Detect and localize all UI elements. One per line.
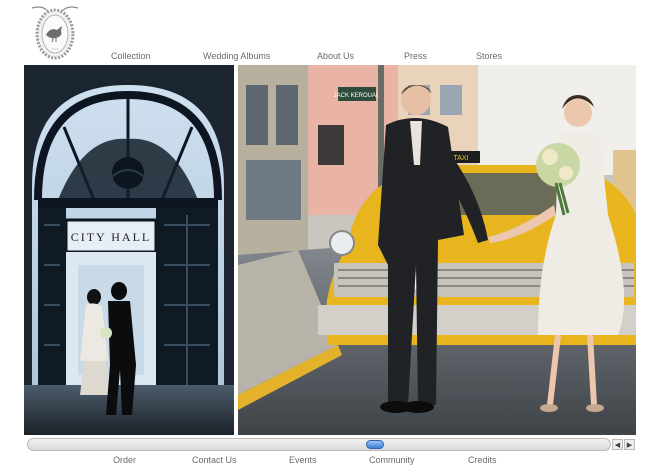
nav-collection[interactable]: Collection: [111, 51, 151, 61]
nav-contact-us[interactable]: Contact Us: [192, 455, 237, 465]
photo-taxi-couple[interactable]: JACK KEROUAC TAXI B2: [238, 65, 636, 435]
taxi-couple-photo-image: JACK KEROUAC TAXI B2: [238, 65, 636, 435]
scroll-right-arrow-icon[interactable]: ▶: [624, 439, 635, 450]
top-nav: Collection Wedding Albums About Us Press…: [0, 51, 660, 65]
photo-city-hall[interactable]: CITY HALL: [24, 65, 234, 435]
scrollbar-track[interactable]: [27, 438, 611, 451]
gallery-scrollbar[interactable]: ◀ ▶: [27, 437, 636, 453]
nav-press[interactable]: Press: [404, 51, 427, 61]
nav-credits[interactable]: Credits: [468, 455, 497, 465]
city-hall-sign: CITY HALL: [71, 230, 152, 244]
scroll-left-arrow-icon[interactable]: ◀: [612, 439, 623, 450]
taxi-roof-sign: TAXI: [453, 155, 468, 162]
nav-events[interactable]: Events: [289, 455, 317, 465]
scrollbar-thumb[interactable]: [366, 440, 385, 449]
street-sign-text: JACK KEROUAC: [334, 93, 381, 99]
bottom-nav: Order Contact Us Events Community Credit…: [0, 455, 660, 469]
city-hall-photo-image: CITY HALL: [24, 65, 234, 435]
nav-community[interactable]: Community: [369, 455, 415, 465]
nav-order[interactable]: Order: [113, 455, 136, 465]
nav-about-us[interactable]: About Us: [317, 51, 354, 61]
nav-wedding-albums[interactable]: Wedding Albums: [203, 51, 270, 61]
nav-stores[interactable]: Stores: [476, 51, 502, 61]
photo-gallery[interactable]: CITY HALL JACK KEROUAC TAXI: [24, 65, 636, 435]
